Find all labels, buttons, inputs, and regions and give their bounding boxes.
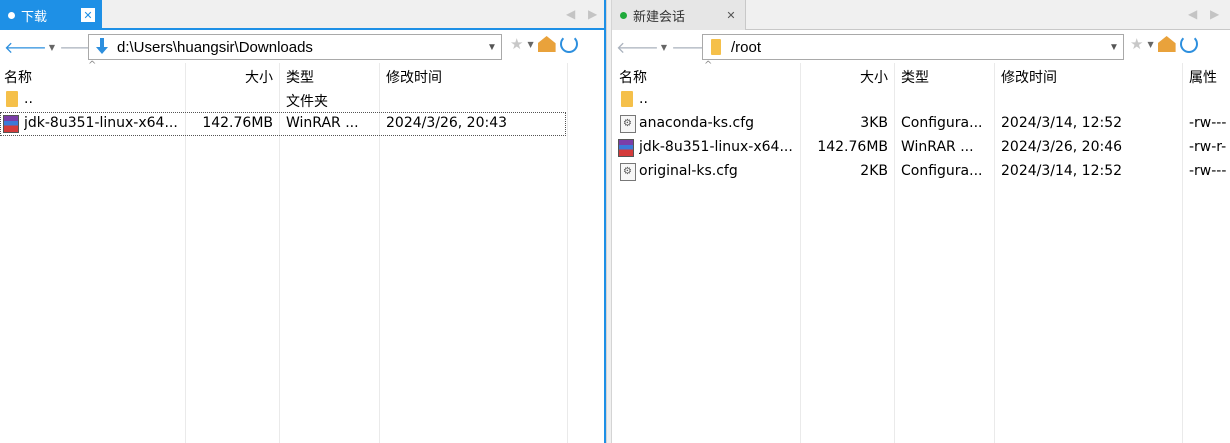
tab-label: 新建会话 (633, 9, 686, 25)
folder-icon (705, 36, 727, 58)
remote-path-text: /root (731, 38, 762, 56)
chevron-down-icon[interactable]: ▼ (483, 42, 501, 53)
config-file-icon (620, 115, 636, 133)
local-path-input[interactable]: d:\Users\huangsir\Downloads ▼ (88, 34, 502, 60)
file-type: WinRAR ... (286, 115, 359, 131)
back-button[interactable]: 🡐 ▼ (616, 35, 671, 59)
remote-pane: 新建会话 ✕ ◀ ▶ 🡐▼ 🡒▼ /root ▼ ★ ▼ ^ 名称 (612, 0, 1230, 443)
file-attributes: -rw--- (1189, 163, 1227, 179)
file-modified: 2024/3/14, 12:52 (1001, 163, 1123, 179)
column-header-modified[interactable]: 修改时间 (1001, 67, 1057, 87)
back-button[interactable]: 🡐 ▼ (4, 35, 59, 59)
table-row[interactable]: jdk-8u351-linux-x64... 142.76MB WinRAR .… (0, 112, 566, 136)
file-size: 2KB (860, 163, 888, 179)
home-icon[interactable] (537, 36, 556, 52)
column-header-name[interactable]: 名称 (4, 67, 32, 87)
chevron-down-icon[interactable]: ▼ (527, 40, 533, 49)
file-name: jdk-8u351-linux-x64... (639, 139, 793, 155)
sort-ascending-icon: ^ (704, 60, 713, 71)
tab-status-dot (8, 11, 15, 19)
chevron-down-icon[interactable]: ▼ (1147, 40, 1153, 49)
rar-archive-icon (3, 115, 19, 133)
bookmark-star-icon[interactable]: ★ (1130, 35, 1143, 53)
chevron-down-icon[interactable]: ▼ (1105, 42, 1123, 53)
sort-ascending-icon: ^ (88, 60, 97, 71)
file-attributes: -rw-r- (1189, 139, 1227, 155)
file-size: 142.76MB (202, 115, 273, 131)
session-connected-dot (620, 11, 627, 19)
column-divider (567, 63, 568, 443)
file-name: .. (639, 91, 648, 107)
remote-tab-bar: 新建会话 ✕ ◀ ▶ (612, 0, 1230, 30)
table-row[interactable]: anaconda-ks.cfg 3KB Configura... 2024/3/… (612, 112, 1230, 136)
file-size: 142.76MB (817, 139, 888, 155)
file-size: 3KB (860, 115, 888, 131)
local-tab-bar: 下载 ✕ ◀ ▶ (0, 0, 604, 30)
table-row[interactable]: .. (612, 88, 1230, 112)
column-header-type[interactable]: 类型 (901, 67, 929, 87)
tab-label: 下载 (21, 9, 48, 25)
remote-list-header: ^ 名称 大小 类型 修改时间 属性 (612, 60, 1230, 87)
file-modified: 2024/3/14, 12:52 (1001, 115, 1123, 131)
rar-archive-icon (618, 139, 634, 157)
bookmark-star-icon[interactable]: ★ (510, 35, 523, 53)
file-type: Configura... (901, 163, 983, 179)
remote-file-list: ^ 名称 大小 类型 修改时间 属性 .. anaconda-ks.cfg 3K… (612, 60, 1230, 443)
tab-scroll-left-icon[interactable]: ◀ (566, 7, 575, 21)
config-file-icon (620, 163, 636, 181)
local-file-list: ^ 名称 大小 类型 修改时间 .. 文件夹 jdk-8u351-linux-x… (0, 60, 604, 443)
tab-scroll-right-icon[interactable]: ▶ (588, 7, 597, 21)
close-icon[interactable]: ✕ (724, 8, 738, 22)
table-row[interactable]: original-ks.cfg 2KB Configura... 2024/3/… (612, 160, 1230, 184)
file-attributes: -rw--- (1189, 115, 1227, 131)
file-name: original-ks.cfg (639, 163, 738, 179)
column-header-name[interactable]: 名称 (619, 67, 647, 87)
tab-scroll-right-icon[interactable]: ▶ (1210, 7, 1219, 21)
arrow-left-icon: 🡐 (4, 38, 47, 57)
file-name: jdk-8u351-linux-x64... (24, 115, 178, 131)
refresh-icon[interactable] (1179, 35, 1198, 53)
folder-icon (621, 91, 633, 107)
local-toolbar-right: ★ ▼ (510, 35, 578, 53)
remote-toolbar-right: ★ ▼ (1130, 35, 1198, 53)
remote-path-input[interactable]: /root ▼ (702, 34, 1124, 60)
chevron-down-icon: ▼ (660, 42, 668, 52)
local-pane: 下载 ✕ ◀ ▶ 🡐▼ 🡒▼ d:\Users\huangsir\Downloa… (0, 0, 606, 443)
file-name: anaconda-ks.cfg (639, 115, 755, 131)
download-arrow-icon (91, 36, 113, 58)
file-modified: 2024/3/26, 20:43 (386, 115, 508, 131)
chevron-down-icon: ▼ (48, 42, 56, 52)
remote-toolbar: 🡐▼ 🡒▼ /root ▼ ★ ▼ (612, 31, 1230, 63)
file-type: Configura... (901, 115, 983, 131)
close-icon[interactable]: ✕ (81, 8, 95, 22)
local-list-header: ^ 名称 大小 类型 修改时间 (0, 60, 604, 87)
column-header-modified[interactable]: 修改时间 (386, 67, 442, 87)
file-name: .. (24, 91, 33, 107)
refresh-icon[interactable] (559, 35, 578, 53)
column-header-type[interactable]: 类型 (286, 67, 314, 87)
file-type: WinRAR ... (901, 139, 974, 155)
tab-scroll-left-icon[interactable]: ◀ (1188, 7, 1197, 21)
file-modified: 2024/3/26, 20:46 (1001, 139, 1123, 155)
file-type: 文件夹 (286, 94, 328, 110)
tab-downloads[interactable]: 下载 ✕ (0, 0, 102, 30)
table-row[interactable]: .. 文件夹 (0, 88, 604, 112)
folder-icon (6, 91, 18, 107)
home-icon[interactable] (1157, 36, 1176, 52)
table-row[interactable]: jdk-8u351-linux-x64... 142.76MB WinRAR .… (612, 136, 1230, 160)
tab-new-session[interactable]: 新建会话 ✕ (612, 0, 746, 30)
column-header-size[interactable]: 大小 (804, 67, 888, 87)
column-header-size[interactable]: 大小 (190, 67, 273, 87)
column-header-attributes[interactable]: 属性 (1189, 67, 1217, 87)
arrow-left-icon: 🡐 (616, 38, 659, 57)
local-path-text: d:\Users\huangsir\Downloads (117, 38, 313, 56)
local-toolbar: 🡐▼ 🡒▼ d:\Users\huangsir\Downloads ▼ ★ ▼ (0, 31, 604, 63)
